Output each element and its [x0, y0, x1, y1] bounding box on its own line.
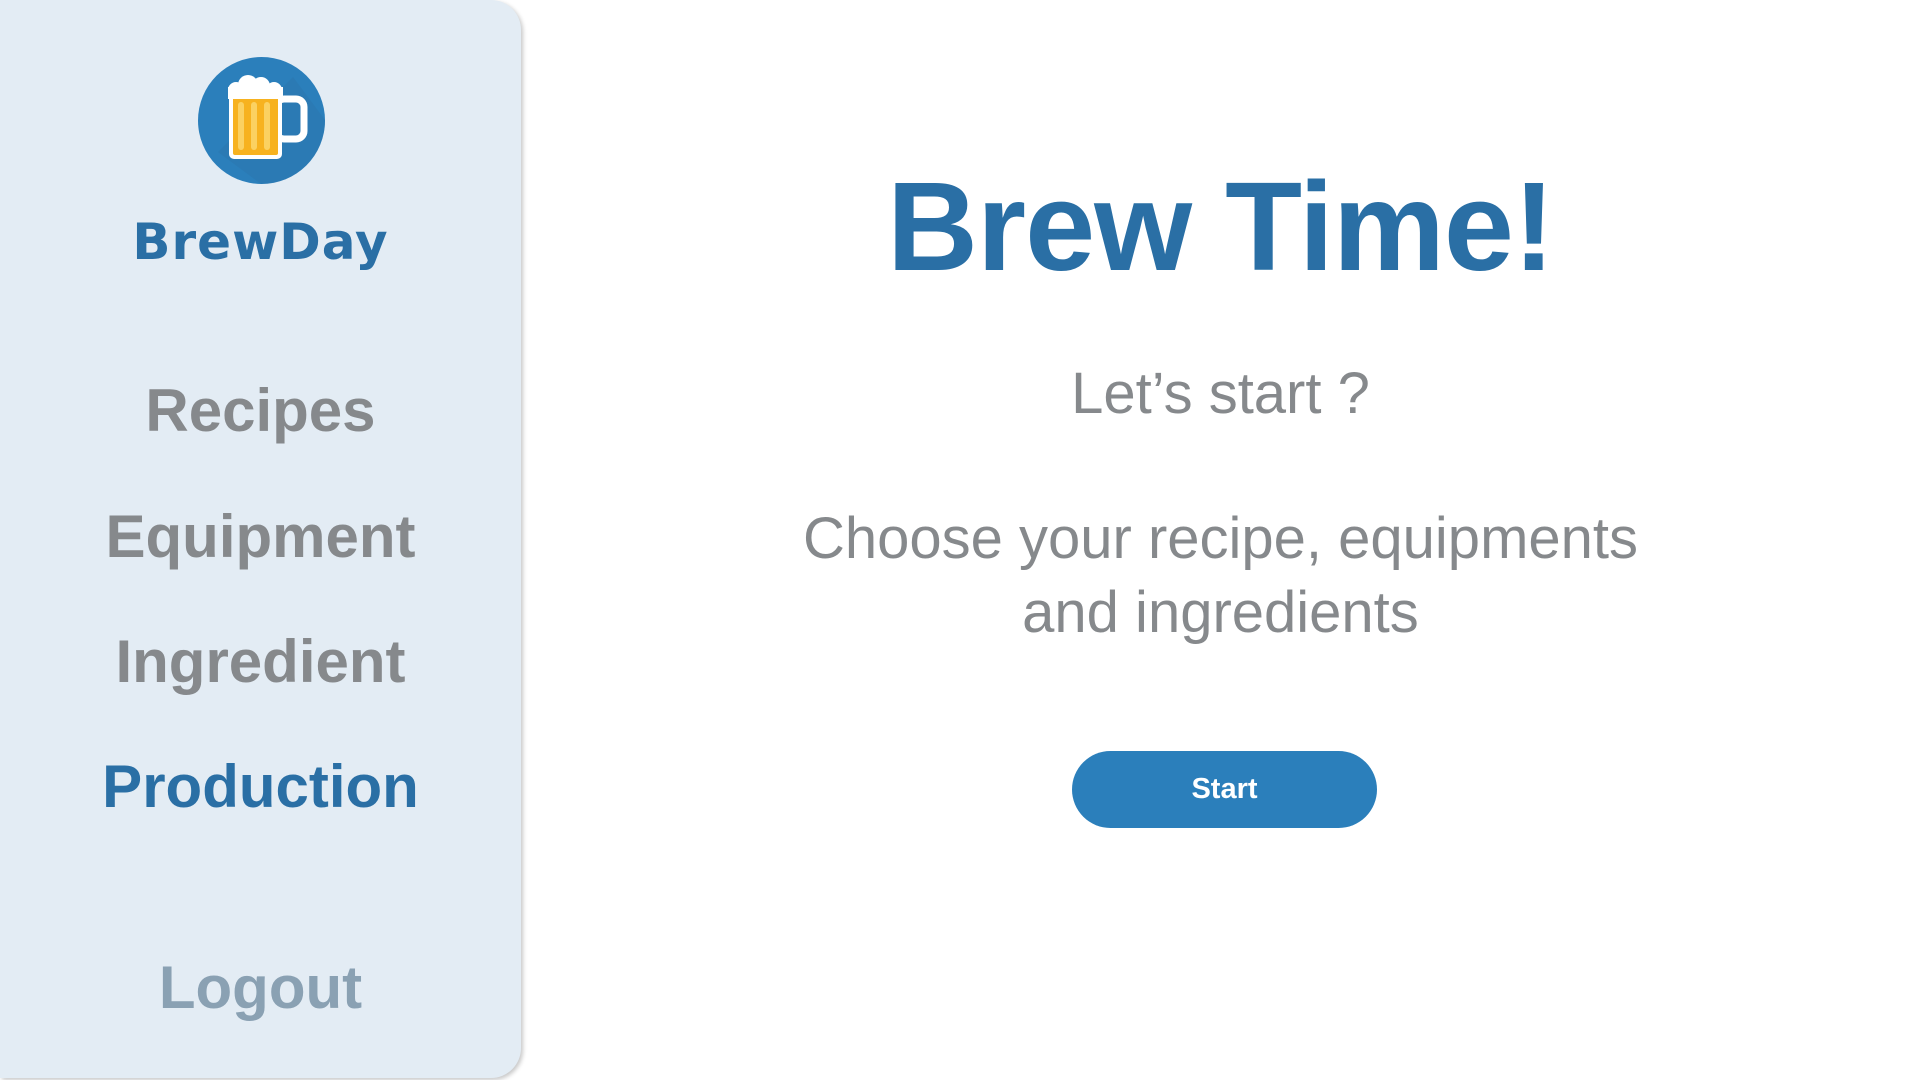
description-line-2: and ingredients [1022, 580, 1419, 645]
description-line-1: Choose your recipe, equipments [802, 506, 1639, 571]
nav-item-production[interactable]: Production [0, 752, 521, 821]
app-window: BrewDay Recipes Equipment Ingredient Pro… [0, 0, 1920, 1080]
subtitle: Let’s start ? [1071, 361, 1370, 426]
nav-item-recipes[interactable]: Recipes [0, 376, 521, 445]
beer-mug-icon [198, 57, 325, 184]
sidebar: BrewDay Recipes Equipment Ingredient Pro… [0, 0, 521, 1078]
description: Choose your recipe, equipments and ingre… [521, 502, 1920, 650]
brand-name: BrewDay [132, 213, 389, 271]
nav-item-equipment[interactable]: Equipment [0, 502, 521, 571]
page-title: Brew Time! [887, 156, 1555, 297]
logout-link[interactable]: Logout [0, 953, 521, 1022]
nav-item-ingredient[interactable]: Ingredient [0, 627, 521, 696]
start-button[interactable]: Start [1072, 751, 1377, 828]
